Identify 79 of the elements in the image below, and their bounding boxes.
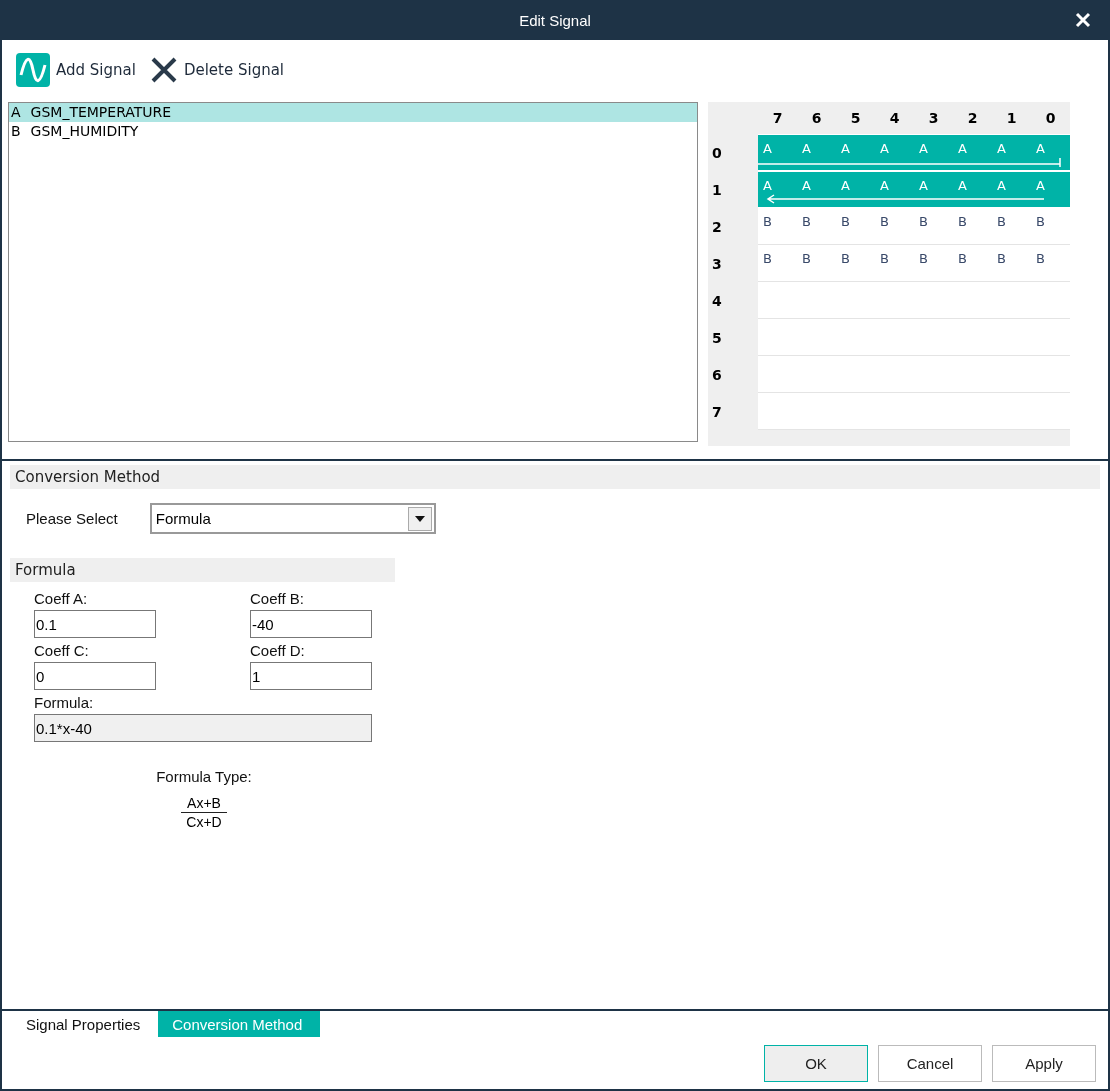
bit-column-header: 1 <box>1005 109 1018 128</box>
dialog-button[interactable]: OK <box>764 1045 868 1082</box>
bit-cell-text: B <box>840 213 851 231</box>
signal-list-item[interactable]: B GSM_HUMIDITY <box>9 122 697 141</box>
bit-cell-text: A <box>996 140 1007 158</box>
input-field[interactable]: 0.1 <box>34 610 156 638</box>
field-label: Formula: <box>34 694 95 711</box>
bit-cell-text: B <box>957 213 968 231</box>
bit-cell-text: B <box>879 250 890 268</box>
bit-cell-text: B <box>918 250 929 268</box>
bit-cell-text: A <box>801 177 812 195</box>
bit-cell-text: A <box>957 140 968 158</box>
dialog-button[interactable]: Cancel <box>878 1045 982 1082</box>
bit-cell-text: B <box>879 213 890 231</box>
close-icon <box>149 56 178 84</box>
window-title: Edit Signal <box>519 11 591 29</box>
bit-cell-text: A <box>840 140 851 158</box>
toolbar-button[interactable]: Delete Signal <box>149 56 285 84</box>
formula-numerator: Ax+B <box>181 795 227 813</box>
bit-cell-text: A <box>762 140 773 158</box>
sine-wave-icon <box>16 53 50 87</box>
bit-cell-text: B <box>762 213 773 231</box>
bit-cell-text: B <box>801 250 812 268</box>
bit-cell-text: B <box>957 250 968 268</box>
byte-row-label: 1 <box>711 180 723 200</box>
byte-row-label: 0 <box>711 143 723 163</box>
byte-row-label: 6 <box>711 365 723 385</box>
field-label: Coeff D: <box>250 642 306 659</box>
signal-list-item[interactable]: A GSM_TEMPERATURE <box>9 103 697 122</box>
bit-cell-text: B <box>996 213 1007 231</box>
bit-column-header: 2 <box>966 109 979 128</box>
bit-column-header: 3 <box>927 109 940 128</box>
input-field[interactable]: -40 <box>250 610 372 638</box>
method-dropdown[interactable]: Formula <box>149 503 436 534</box>
tab[interactable]: Signal Properties <box>12 1011 159 1037</box>
bit-cell-text: A <box>957 177 968 195</box>
bit-cell-text: A <box>1035 140 1046 158</box>
byte-row-label: 7 <box>711 402 723 422</box>
close-icon <box>1075 12 1091 28</box>
bit-cell-text: B <box>762 250 773 268</box>
bit-cell-text: B <box>918 213 929 231</box>
bit-cell-text: A <box>996 177 1007 195</box>
bit-arrow-icon <box>766 194 1044 204</box>
input-field[interactable]: 0 <box>34 662 156 690</box>
bit-cell-text: B <box>1035 213 1046 231</box>
bit-cell-text: A <box>840 177 851 195</box>
byte-row-label: 5 <box>711 328 723 348</box>
bit-column-header: 5 <box>849 109 862 128</box>
byte-row-label: 2 <box>711 217 723 237</box>
bit-column-header: 4 <box>888 109 901 128</box>
bit-cell-text: B <box>840 250 851 268</box>
byte-row-label: 4 <box>711 291 723 311</box>
field-label: Formula Type: <box>156 768 252 785</box>
bit-cell-text: A <box>879 140 890 158</box>
bit-cell-text: B <box>996 250 1007 268</box>
bit-column-header: 6 <box>810 109 823 128</box>
bit-cell-text: B <box>1035 250 1046 268</box>
byte-row-label: 3 <box>711 254 723 274</box>
formula-denominator: Cx+D <box>186 813 222 830</box>
section-header: Formula <box>10 558 395 582</box>
input-field[interactable]: 0.1*x-40 <box>34 714 372 742</box>
bit-column-header: 7 <box>771 109 784 128</box>
bit-cell-text: B <box>801 213 812 231</box>
bit-cell-text: A <box>918 140 929 158</box>
input-field[interactable]: 1 <box>250 662 372 690</box>
dropdown-arrow-icon <box>414 515 425 522</box>
toolbar-button[interactable]: Add Signal <box>16 53 136 87</box>
section-header: Conversion Method <box>10 465 1100 489</box>
bit-cell-text: A <box>801 140 812 158</box>
bit-cell-text: A <box>1035 177 1046 195</box>
bit-cell-text: A <box>762 177 773 195</box>
field-label: Please Select <box>26 510 118 527</box>
field-label: Coeff B: <box>250 590 305 607</box>
bit-cell-text: A <box>879 177 890 195</box>
bit-cell-text: A <box>918 177 929 195</box>
bit-column-header: 0 <box>1044 109 1057 128</box>
field-label: Coeff C: <box>34 642 90 659</box>
field-label: Coeff A: <box>34 590 89 607</box>
dialog-button[interactable]: Apply <box>992 1045 1096 1082</box>
